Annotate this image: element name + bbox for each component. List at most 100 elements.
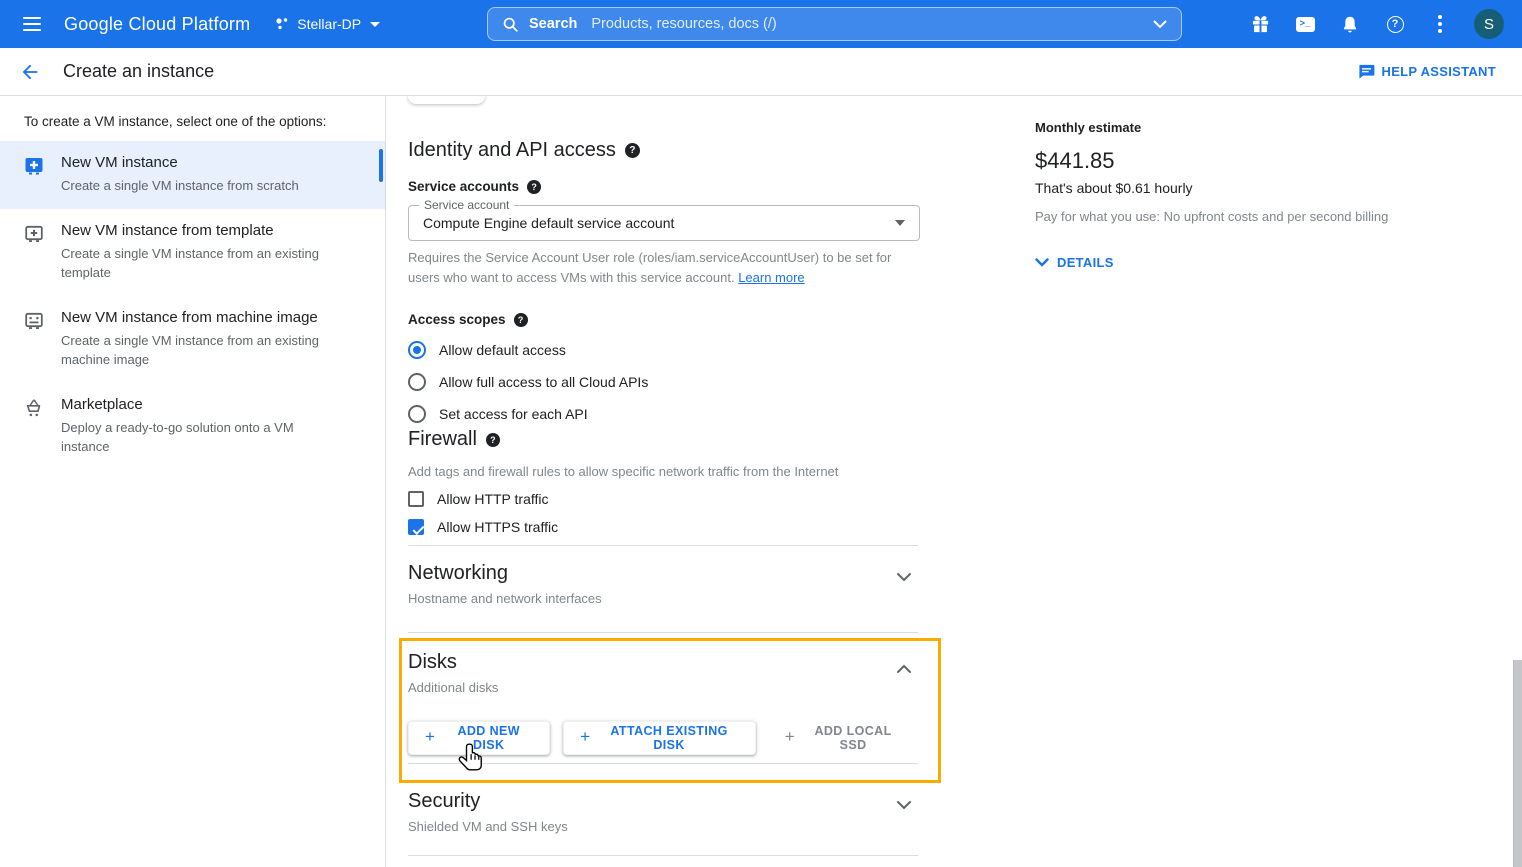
service-account-value: Compute Engine default service account: [423, 215, 674, 231]
project-name: Stellar-DP: [297, 16, 361, 32]
select-caret-icon: [895, 220, 905, 226]
vm-template-icon: [24, 224, 44, 244]
sidebar-item-new-vm-instance[interactable]: New VM instance Create a single VM insta…: [0, 141, 385, 209]
sidebar-item-label: New VM instance: [61, 154, 299, 171]
identity-api-access-section: Identity and API access ? Service accoun…: [408, 139, 920, 423]
access-scopes-group: Access scopes ? Allow default access All…: [408, 312, 920, 423]
details-toggle[interactable]: DETAILS: [1035, 255, 1465, 270]
networking-heading: Networking: [408, 562, 918, 585]
search-expand-chevron-icon[interactable]: [1153, 20, 1167, 29]
search-input[interactable]: Search Products, resources, docs (/): [487, 7, 1182, 41]
chevron-down-icon[interactable]: [896, 572, 912, 582]
radio-allow-default-access[interactable]: Allow default access: [408, 341, 920, 359]
firewall-helper-text: Add tags and firewall rules to allow spe…: [408, 464, 920, 479]
section-divider: [408, 855, 918, 856]
page-title: Create an instance: [63, 61, 214, 82]
section-divider: [408, 763, 918, 764]
networking-subtitle: Hostname and network interfaces: [408, 591, 918, 606]
plus-icon: +: [785, 727, 795, 747]
checkbox-icon: [408, 519, 424, 535]
radio-icon: [408, 405, 426, 423]
vm-instance-icon: [24, 156, 44, 176]
chevron-up-icon[interactable]: [896, 664, 912, 674]
page-header: Create an instance HELP ASSISTANT: [0, 48, 1522, 96]
help-assistant-button[interactable]: HELP ASSISTANT: [1358, 64, 1496, 79]
learn-more-link[interactable]: Learn more: [738, 270, 804, 285]
search-placeholder: Products, resources, docs (/): [591, 16, 776, 32]
firewall-heading: Firewall: [408, 428, 477, 451]
identity-heading: Identity and API access: [408, 139, 616, 162]
section-divider: [408, 545, 918, 546]
estimate-label: Monthly estimate: [1035, 120, 1465, 135]
more-vert-icon[interactable]: [1429, 13, 1451, 35]
add-local-ssd-button[interactable]: + ADD LOCAL SSD: [769, 721, 918, 755]
vertical-scrollbar[interactable]: [1513, 660, 1522, 867]
top-nav: Google Cloud Platform Stellar-DP Search …: [0, 0, 1522, 48]
access-scopes-label: Access scopes: [408, 312, 506, 327]
back-button[interactable]: [10, 52, 50, 92]
help-assistant-label: HELP ASSISTANT: [1382, 64, 1496, 79]
estimate-hourly: That's about $0.61 hourly: [1035, 180, 1465, 196]
disks-buttons-row: + ADD NEW DISK + ATTACH EXISTING DISK + …: [408, 721, 918, 755]
cloud-shell-icon[interactable]: >_: [1294, 13, 1316, 35]
checkbox-allow-http[interactable]: Allow HTTP traffic: [408, 491, 920, 507]
attach-existing-disk-button[interactable]: + ATTACH EXISTING DISK: [563, 721, 756, 755]
security-subtitle: Shielded VM and SSH keys: [408, 819, 918, 834]
create-options-sidebar: To create a VM instance, select one of t…: [0, 96, 386, 867]
service-accounts-label: Service accounts: [408, 179, 519, 194]
marketplace-cart-icon: [24, 398, 44, 419]
checkbox-allow-https[interactable]: Allow HTTPS traffic: [408, 519, 920, 535]
sidebar-item-new-vm-from-machine-image[interactable]: New VM instance from machine image Creat…: [0, 296, 385, 383]
machine-image-icon: [24, 311, 44, 331]
back-arrow-icon: [19, 61, 41, 83]
security-section-header[interactable]: Security Shielded VM and SSH keys: [408, 790, 918, 834]
account-avatar[interactable]: S: [1474, 9, 1504, 39]
security-heading: Security: [408, 790, 918, 813]
sidebar-item-description: Create a single VM instance from an exis…: [61, 331, 331, 370]
monthly-estimate-panel: Monthly estimate $441.85 That's about $0…: [1035, 120, 1465, 270]
disks-section-header[interactable]: Disks Additional disks + ADD NEW DISK + …: [408, 651, 918, 755]
radio-set-access-each-api[interactable]: Set access for each API: [408, 405, 920, 423]
notifications-icon[interactable]: [1339, 13, 1361, 35]
disks-subtitle: Additional disks: [408, 680, 918, 695]
sidebar-item-new-vm-from-template[interactable]: New VM instance from template Create a s…: [0, 209, 385, 296]
sidebar-item-marketplace[interactable]: Marketplace Deploy a ready-to-go solutio…: [0, 383, 385, 470]
sidebar-item-label: Marketplace: [61, 396, 331, 413]
chevron-down-icon[interactable]: [896, 800, 912, 810]
project-icon: [274, 16, 290, 32]
help-icon[interactable]: ?: [1384, 13, 1406, 35]
add-new-disk-button[interactable]: + ADD NEW DISK: [408, 721, 550, 755]
gift-icon[interactable]: [1249, 13, 1271, 35]
radio-allow-full-access[interactable]: Allow full access to all Cloud APIs: [408, 373, 920, 391]
selected-indicator: [379, 149, 383, 182]
estimate-note: Pay for what you use: No upfront costs a…: [1035, 209, 1465, 224]
sidebar-item-description: Create a single VM instance from an exis…: [61, 244, 331, 283]
sidebar-item-label: New VM instance from machine image: [61, 309, 331, 326]
section-divider: [408, 632, 918, 633]
service-account-helper-text: Requires the Service Account User role (…: [408, 248, 913, 288]
firewall-help-icon[interactable]: ?: [486, 433, 500, 447]
chat-assistant-icon: [1358, 64, 1375, 79]
top-nav-actions: >_ ? S: [1249, 9, 1522, 39]
sidebar-intro-text: To create a VM instance, select one of t…: [0, 96, 385, 141]
menu-icon[interactable]: [8, 0, 56, 48]
details-label: DETAILS: [1057, 255, 1114, 270]
plus-icon: +: [425, 727, 435, 747]
search-label: Search: [529, 16, 577, 32]
service-accounts-help-icon[interactable]: ?: [527, 180, 541, 194]
radio-icon: [408, 341, 426, 359]
sidebar-item-description: Create a single VM instance from scratch: [61, 176, 299, 196]
sidebar-item-description: Deploy a ready-to-go solution onto a VM …: [61, 418, 331, 457]
radio-icon: [408, 373, 426, 391]
search-icon: [502, 16, 519, 33]
access-scopes-help-icon[interactable]: ?: [514, 313, 528, 327]
project-selector[interactable]: Stellar-DP: [274, 16, 380, 32]
firewall-section: Firewall ? Add tags and firewall rules t…: [408, 428, 920, 535]
product-logo[interactable]: Google Cloud Platform: [64, 14, 250, 35]
project-caret-icon: [370, 22, 380, 27]
estimate-amount: $441.85: [1035, 148, 1465, 174]
service-account-select[interactable]: Service account Compute Engine default s…: [408, 205, 920, 241]
checkbox-icon: [408, 491, 424, 507]
networking-section-header[interactable]: Networking Hostname and network interfac…: [408, 562, 918, 606]
identity-help-icon[interactable]: ?: [625, 143, 640, 158]
